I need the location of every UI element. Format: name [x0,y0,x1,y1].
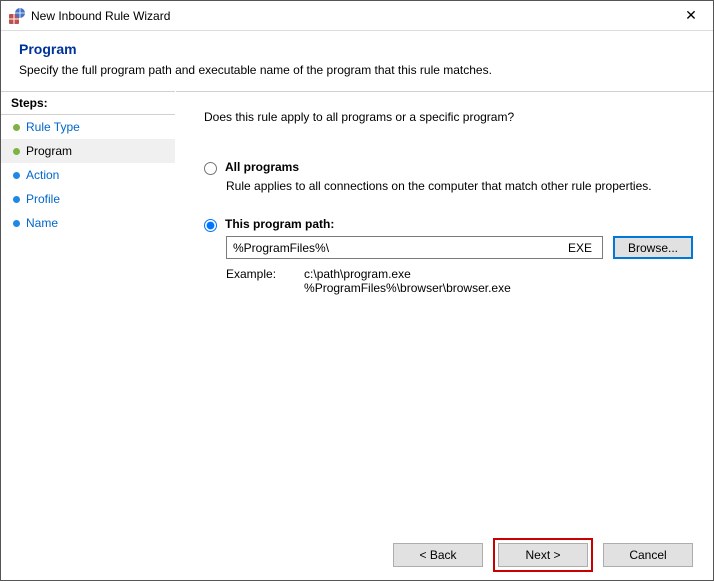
option-program-path[interactable]: This program path: [204,217,693,232]
radio-program-path[interactable] [204,219,217,232]
titlebar: New Inbound Rule Wizard ✕ [1,1,713,31]
back-button[interactable]: < Back [393,543,483,567]
browse-button[interactable]: Browse... [613,236,693,259]
bullet-icon [13,220,20,227]
step-label: Rule Type [26,120,80,134]
option-all-programs[interactable]: All programs [204,160,693,175]
steps-heading: Steps: [1,91,175,115]
path-value: %ProgramFiles%\ [233,241,329,255]
bullet-icon [13,148,20,155]
step-label: Action [26,168,59,182]
example-text: c:\path\program.exe %ProgramFiles%\brows… [304,267,511,295]
content-question: Does this rule apply to all programs or … [204,110,693,124]
option-label: All programs [225,160,299,174]
step-profile[interactable]: Profile [1,187,175,211]
option-all-description: Rule applies to all connections on the c… [226,179,693,193]
example-label: Example: [226,267,276,295]
step-action[interactable]: Action [1,163,175,187]
step-rule-type[interactable]: Rule Type [1,115,175,139]
step-label: Name [26,216,58,230]
step-label: Program [26,144,72,158]
wizard-content: Does this rule apply to all programs or … [176,91,713,530]
next-highlight: Next > [493,538,593,572]
wizard-footer: < Back Next > Cancel [1,530,713,580]
step-program: Program [1,139,175,163]
next-button[interactable]: Next > [498,543,588,567]
page-title: Program [19,41,695,57]
step-name[interactable]: Name [1,211,175,235]
close-button[interactable]: ✕ [671,7,711,24]
bullet-icon [13,196,20,203]
bullet-icon [13,124,20,131]
window-title: New Inbound Rule Wizard [31,9,671,23]
firewall-icon [9,8,25,24]
page-description: Specify the full program path and execut… [19,63,695,77]
radio-all-programs[interactable] [204,162,217,175]
program-path-input[interactable]: %ProgramFiles%\ EXE [226,236,603,259]
steps-sidebar: Steps: Rule Type Program Action Profile … [1,91,176,530]
bullet-icon [13,172,20,179]
wizard-header: Program Specify the full program path an… [1,31,713,91]
path-extension: EXE [568,241,596,255]
option-label: This program path: [225,217,334,231]
step-label: Profile [26,192,60,206]
cancel-button[interactable]: Cancel [603,543,693,567]
